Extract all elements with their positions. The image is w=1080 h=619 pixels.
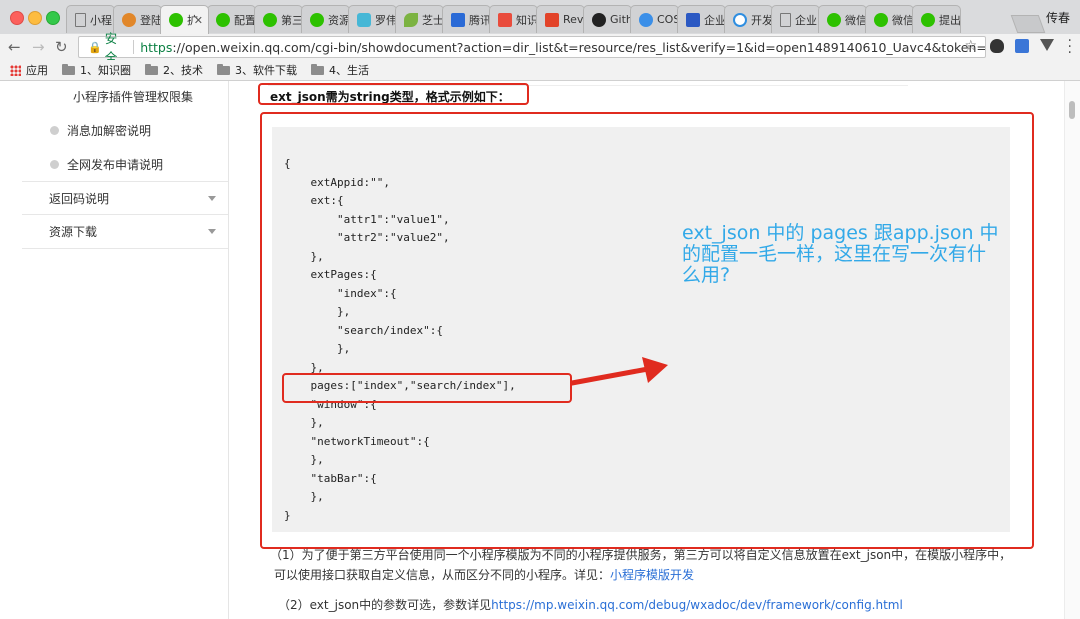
tab-strip: 小程 登陆 扩 ✕ 配置 第三 资源 罗伟 芝士 腾讯 知识 Rev Gith C…	[0, 0, 1080, 35]
bullet-icon	[50, 160, 59, 169]
zoom-window-button[interactable]	[46, 11, 60, 25]
page: 小程序插件管理权限集 消息加解密说明 全网发布申请说明 返回码说明 资源下载 e…	[0, 81, 1080, 619]
address-separator	[133, 40, 135, 54]
tab-18[interactable]: 提出	[912, 5, 961, 33]
chevron-down-icon	[208, 229, 216, 234]
sidebar-item-plugin-permissions[interactable]: 小程序插件管理权限集	[22, 88, 228, 105]
arrow-head	[642, 357, 668, 383]
tab-16[interactable]: 微信	[818, 5, 867, 33]
sidebar-item-resource-download[interactable]: 资源下载	[22, 215, 228, 249]
tab-9[interactable]: 知识	[489, 5, 538, 33]
folder-icon	[145, 63, 158, 75]
forward-arrow-icon[interactable]: →	[32, 38, 45, 56]
tab-8[interactable]: 腾讯	[442, 5, 491, 33]
folder-icon	[217, 63, 230, 75]
browser-menu-icon[interactable]: · · ·	[1068, 34, 1072, 60]
sidebar-item-message-encryption[interactable]: 消息加解密说明	[22, 122, 228, 139]
new-tab-button[interactable]	[1010, 15, 1046, 33]
address-bar[interactable]: 🔒 安全 https://open.weixin.qq.com/cgi-bin/…	[78, 31, 986, 65]
document-icon	[75, 12, 86, 27]
bookmark-folder-2[interactable]: 2、技术	[145, 62, 203, 78]
bookmarks-bar: 应用 1、知识圈 2、技术 3、软件下载 4、生活	[0, 60, 1080, 81]
bookmark-folder-4[interactable]: 4、生活	[311, 62, 369, 78]
minimize-window-button[interactable]	[28, 11, 42, 25]
ring-icon	[733, 12, 747, 27]
bookmark-star-icon[interactable]: ☆	[964, 38, 977, 54]
tab-10[interactable]: Rev	[536, 5, 585, 33]
wechat-icon	[921, 12, 935, 27]
wechat-icon	[169, 13, 183, 27]
document-icon	[780, 12, 791, 27]
note-paragraph-2: （2）ext_json中的参数可选，参数详见https://mp.weixin.…	[278, 598, 903, 612]
wechat-icon	[216, 12, 230, 27]
vue-extension-icon[interactable]	[1040, 39, 1054, 51]
lock-icon: 🔒	[88, 40, 102, 54]
scrollbar-thumb[interactable]	[1069, 101, 1075, 119]
github-icon	[592, 12, 606, 27]
folder-icon	[311, 63, 324, 75]
close-window-button[interactable]	[10, 11, 24, 25]
tab-14[interactable]: 开发	[724, 5, 773, 33]
chevron-down-icon	[208, 196, 216, 201]
browser-toolbar: ← → ↻ 🔒 安全 https://open.weixin.qq.com/cg…	[0, 31, 1080, 65]
page-scrollbar[interactable]	[1064, 81, 1080, 619]
annotation-note: ext_json 中的 pages 跟app.json 中的配置一毛一样，这里在…	[682, 222, 999, 286]
note-paragraph-1-line-2: 可以使用接口获取自定义信息，从而区分不同的小程序。详见：小程序模版开发	[274, 568, 695, 582]
heading-highlight-box	[258, 83, 529, 105]
baidu-paw-icon	[686, 12, 700, 27]
code-highlight-box	[260, 112, 1034, 549]
note-paragraph-1-line-1: （1）为了便于第三方平台使用同一个小程序模版为不同的小程序提供服务，第三方可以将…	[270, 548, 1012, 562]
blue-square-icon	[451, 12, 465, 27]
config-doc-link[interactable]: https://mp.weixin.qq.com/debug/wxadoc/de…	[491, 598, 903, 612]
bookmark-folder-3[interactable]: 3、软件下载	[217, 62, 297, 78]
tab-5[interactable]: 资源	[301, 5, 350, 33]
tab-7[interactable]: 芝士	[395, 5, 444, 33]
wechat-icon	[827, 12, 841, 27]
doc-sidebar: 小程序插件管理权限集 消息加解密说明 全网发布申请说明 返回码说明 资源下载	[22, 81, 229, 619]
aqua-icon	[357, 12, 371, 27]
tab-2-active[interactable]: 扩 ✕	[160, 5, 209, 34]
close-tab-icon[interactable]: ✕	[194, 14, 203, 27]
wechat-icon	[874, 12, 888, 27]
url-scheme: https	[140, 39, 173, 55]
arrow-shaft	[570, 366, 651, 386]
bookmark-apps[interactable]: 应用	[10, 62, 48, 78]
sidebar-item-return-codes[interactable]: 返回码说明	[22, 181, 228, 215]
tab-13[interactable]: 企业	[677, 5, 726, 33]
back-arrow-icon[interactable]: ←	[8, 38, 21, 56]
url-text: ://open.weixin.qq.com/cgi-bin/showdocume…	[172, 39, 985, 55]
profile-name[interactable]: 传春	[1046, 9, 1070, 26]
sidebar-item-publish-application[interactable]: 全网发布申请说明	[22, 156, 228, 173]
tab-11[interactable]: Gith	[583, 5, 632, 33]
bullet-icon	[50, 126, 59, 135]
tab-3[interactable]: 配置	[207, 5, 256, 33]
annotation-arrow	[570, 357, 668, 386]
red-square-icon	[498, 12, 512, 27]
shield-extension-icon[interactable]	[1015, 39, 1029, 53]
evernote-extension-icon[interactable]	[990, 39, 1004, 53]
tabs: 小程 登陆 扩 ✕ 配置 第三 资源 罗伟 芝士 腾讯 知识 Rev Gith C…	[66, 5, 961, 34]
cloud-icon	[639, 12, 653, 27]
tab-4[interactable]: 第三	[254, 5, 303, 33]
gitlab-fox-icon	[545, 12, 559, 27]
tab-15[interactable]: 企业	[771, 5, 820, 33]
doc-content: ext_json需为string类型，格式示例如下： { extAppid:""…	[228, 81, 1052, 619]
pages-line-highlight-box	[282, 373, 572, 403]
leaf-icon	[404, 12, 418, 27]
monkey-icon	[122, 12, 136, 27]
template-dev-link[interactable]: 小程序模版开发	[610, 568, 694, 582]
reload-icon[interactable]: ↻	[55, 38, 68, 56]
tab-6[interactable]: 罗伟	[348, 5, 397, 33]
bookmark-folder-1[interactable]: 1、知识圈	[62, 62, 131, 78]
folder-icon	[62, 63, 75, 75]
apps-grid-icon	[10, 64, 21, 76]
wechat-icon	[263, 12, 277, 27]
tab-17[interactable]: 微信	[865, 5, 914, 33]
wechat-icon	[310, 12, 324, 27]
tab-12[interactable]: COS	[630, 5, 679, 33]
